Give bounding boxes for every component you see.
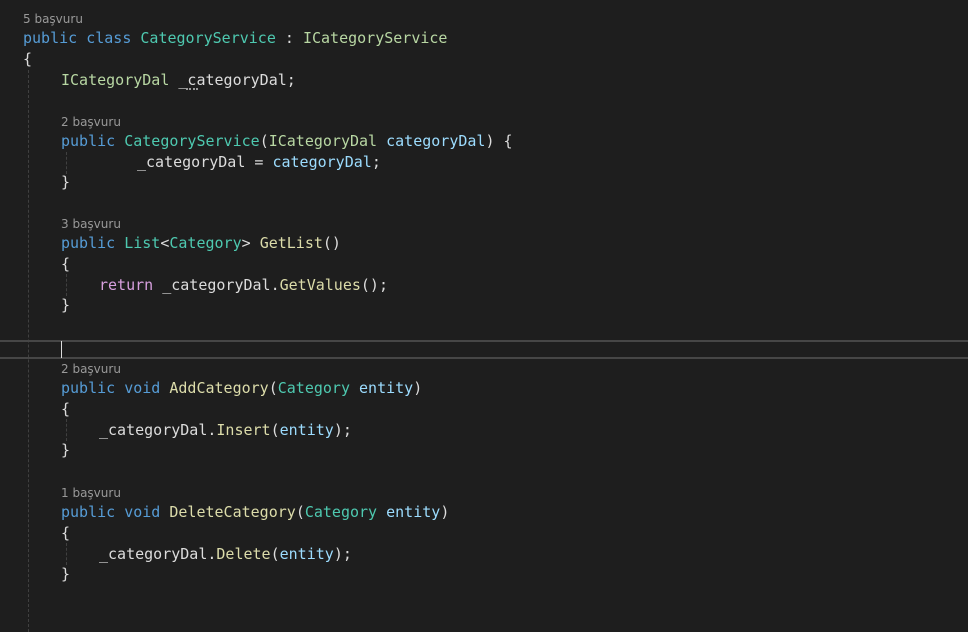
code-token: Insert — [216, 421, 271, 439]
code-token: public — [23, 29, 78, 47]
code-line: } — [61, 564, 968, 584]
code-line: { — [23, 49, 968, 69]
code-line: return _categoryDal.GetValues(); — [99, 275, 968, 295]
code-token: List — [124, 234, 161, 252]
code-token: } — [61, 173, 71, 191]
code-token: ); — [333, 545, 352, 563]
code-line: public CategoryService(ICategoryDal cate… — [61, 131, 968, 151]
code-token: { — [61, 524, 71, 542]
code-token: return — [99, 276, 154, 294]
code-token: ( — [270, 545, 280, 563]
code-token: ( — [270, 421, 280, 439]
code-token: () — [322, 234, 341, 252]
code-line: _categoryDal = categoryDal; — [137, 152, 968, 172]
code-token: Category — [277, 379, 350, 397]
code-line: public List<Category> GetList() — [61, 233, 968, 253]
code-token: DeleteCategory — [169, 503, 296, 521]
code-token: Delete — [216, 545, 271, 563]
code-line: ICategoryDal _categoryDal; — [61, 70, 968, 90]
code-token: class — [86, 29, 132, 47]
code-token: } — [61, 565, 71, 583]
code-token: _categoryDal. — [99, 545, 217, 563]
codelens-references[interactable]: 2 başvuru — [61, 361, 968, 377]
code-token: { — [61, 255, 71, 273]
code-token: entity — [359, 379, 414, 397]
code-token: CategoryService — [140, 29, 276, 47]
codelens-references[interactable]: 5 başvuru — [23, 11, 968, 27]
code-line: public void AddCategory(Category entity) — [61, 378, 968, 398]
code-token: } — [61, 296, 71, 314]
code-line: _categoryDal.Delete(entity); — [99, 544, 968, 564]
code-token: public — [61, 132, 116, 150]
current-line-highlight — [0, 340, 968, 359]
code-line: } — [61, 440, 968, 460]
code-editor[interactable]: 5 başvuru public class CategoryService :… — [0, 0, 968, 632]
code-line: { — [61, 399, 968, 419]
codelens-references[interactable]: 3 başvuru — [61, 216, 968, 232]
code-token: entity — [279, 545, 334, 563]
code-token: ) { — [485, 132, 513, 150]
code-token: Category — [169, 234, 242, 252]
indent-guide — [66, 274, 67, 296]
code-token: _categoryDal; — [169, 71, 296, 89]
code-token: categoryDal — [272, 153, 372, 171]
code-line: _categoryDal.Insert(entity); — [99, 420, 968, 440]
code-token: ) — [440, 503, 450, 521]
indent-guide — [66, 419, 67, 441]
code-token: AddCategory — [169, 379, 269, 397]
code-token: categoryDal — [386, 132, 486, 150]
code-token: public — [61, 379, 116, 397]
code-token: CategoryService — [124, 132, 260, 150]
code-token: ICategoryDal — [268, 132, 378, 150]
codelens-references[interactable]: 1 başvuru — [61, 485, 968, 501]
code-token: ICategoryDal — [61, 71, 170, 89]
code-token: { — [23, 50, 33, 68]
code-token: : — [275, 29, 303, 47]
code-token: ICategoryService — [302, 29, 448, 47]
code-line: public void DeleteCategory(Category enti… — [61, 502, 968, 522]
code-token: > — [241, 234, 260, 252]
suggestion-squiggle — [186, 88, 198, 92]
code-token: entity — [386, 503, 441, 521]
code-token: ( — [295, 503, 305, 521]
code-token: public — [61, 234, 116, 252]
code-token: GetValues — [279, 276, 361, 294]
code-token: ( — [268, 379, 278, 397]
code-token: ); — [333, 421, 352, 439]
code-token: void — [124, 379, 161, 397]
code-line: } — [61, 295, 968, 315]
code-line: public class CategoryService : ICategory… — [23, 28, 968, 48]
codelens-references[interactable]: 2 başvuru — [61, 114, 968, 130]
code-token: (); — [360, 276, 388, 294]
code-token: ) — [413, 379, 423, 397]
code-line: } — [61, 172, 968, 192]
code-token: _categoryDal. — [99, 421, 217, 439]
code-token: } — [61, 441, 71, 459]
code-token: void — [124, 503, 161, 521]
code-token: ( — [259, 132, 269, 150]
code-token: _categoryDal = — [137, 153, 273, 171]
code-token: entity — [279, 421, 334, 439]
indent-guide — [66, 543, 67, 565]
text-caret — [61, 341, 62, 358]
code-token: _categoryDal. — [153, 276, 280, 294]
code-token: public — [61, 503, 116, 521]
code-line: { — [61, 523, 968, 543]
code-token: ; — [371, 153, 381, 171]
code-line: { — [61, 254, 968, 274]
code-token: GetList — [259, 234, 323, 252]
code-token: Category — [304, 503, 378, 521]
indent-guide — [66, 152, 67, 174]
code-token: { — [61, 400, 71, 418]
